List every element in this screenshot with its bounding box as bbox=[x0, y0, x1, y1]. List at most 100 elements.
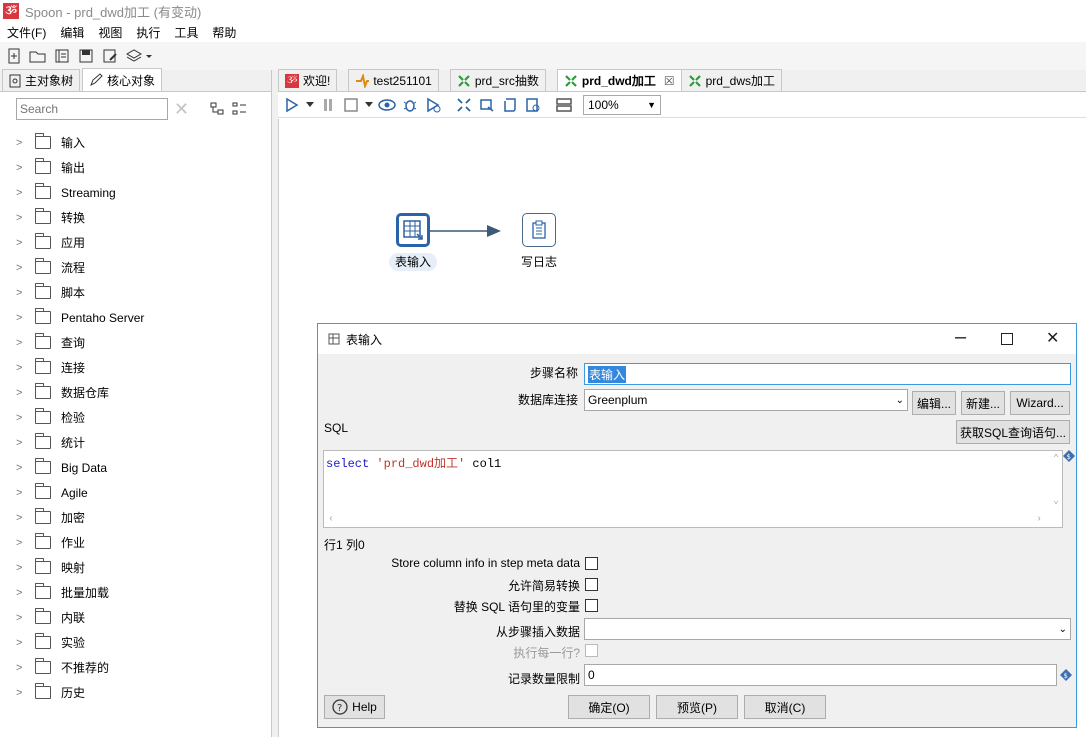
chevron-right-icon[interactable]: > bbox=[16, 387, 30, 399]
chevron-right-icon[interactable]: > bbox=[16, 137, 30, 149]
tree-category[interactable]: > Pentaho Server bbox=[0, 305, 271, 330]
clear-search-icon[interactable]: ✕ bbox=[174, 99, 189, 120]
cancel-button[interactable]: 取消(C) bbox=[744, 695, 826, 719]
chevron-right-icon[interactable]: > bbox=[16, 287, 30, 299]
wizard-button[interactable]: Wizard... bbox=[1010, 391, 1070, 415]
menu-tools[interactable]: 工具 bbox=[167, 24, 205, 41]
chevron-right-icon[interactable]: > bbox=[16, 587, 30, 599]
chevron-right-icon[interactable]: > bbox=[16, 337, 30, 349]
new-connection-button[interactable]: 新建... bbox=[961, 391, 1005, 415]
step-write-log[interactable]: 写日志 bbox=[511, 213, 567, 270]
pause-icon[interactable] bbox=[318, 95, 338, 115]
tree-category[interactable]: > 批量加载 bbox=[0, 580, 271, 605]
tab-main-object-tree[interactable]: 主对象树 bbox=[2, 69, 81, 91]
chevron-right-icon[interactable]: > bbox=[16, 612, 30, 624]
chevron-right-icon[interactable]: > bbox=[16, 512, 30, 524]
tree-category[interactable]: > 不推荐的 bbox=[0, 655, 271, 680]
impact-icon[interactable] bbox=[477, 95, 497, 115]
limit-field[interactable]: 0 bbox=[584, 664, 1057, 686]
tab-prd-dwd[interactable]: prd_dwd加工 ☒ bbox=[556, 69, 682, 91]
ok-button[interactable]: 确定(O) bbox=[568, 695, 650, 719]
tab-prd-dws[interactable]: prd_dws加工 bbox=[680, 69, 782, 91]
maximize-icon[interactable] bbox=[1001, 333, 1013, 345]
menu-run[interactable]: 执行 bbox=[129, 24, 167, 41]
debug-icon[interactable] bbox=[400, 95, 420, 115]
tab-welcome[interactable]: ૐ 欢迎! bbox=[278, 69, 338, 91]
chevron-right-icon[interactable]: > bbox=[16, 562, 30, 574]
chevron-right-icon[interactable]: > bbox=[16, 687, 30, 699]
store-column-checkbox[interactable] bbox=[585, 557, 598, 570]
explore-repository-icon[interactable] bbox=[52, 46, 72, 66]
expand-tree-icon[interactable] bbox=[231, 101, 249, 117]
menu-help[interactable]: 帮助 bbox=[205, 24, 243, 41]
stop-icon[interactable] bbox=[341, 95, 361, 115]
explore-db-icon[interactable] bbox=[523, 95, 543, 115]
minimize-icon[interactable]: – bbox=[955, 326, 966, 349]
chevron-right-icon[interactable]: > bbox=[16, 262, 30, 274]
open-folder-icon[interactable] bbox=[28, 46, 48, 66]
sql-editor[interactable]: select 'prd_dwd加工' col1 ⌃ ⌄ ‹ › bbox=[323, 450, 1063, 528]
variable-icon[interactable]: $ bbox=[1063, 450, 1075, 462]
variable-icon[interactable]: $ bbox=[1060, 669, 1072, 681]
get-sql-button[interactable]: 获取SQL查询语句... bbox=[956, 420, 1070, 444]
chevron-right-icon[interactable]: > bbox=[16, 662, 30, 674]
menu-edit[interactable]: 编辑 bbox=[53, 24, 91, 41]
tree-category[interactable]: > Streaming bbox=[0, 180, 271, 205]
tree-category[interactable]: > 加密 bbox=[0, 505, 271, 530]
tab-core-objects[interactable]: 核心对象 bbox=[82, 68, 163, 91]
tree-category[interactable]: > Agile bbox=[0, 480, 271, 505]
scroll-left-icon[interactable]: ‹ bbox=[328, 514, 334, 525]
close-icon[interactable]: ✕ bbox=[1046, 328, 1059, 348]
tree-category[interactable]: > 检验 bbox=[0, 405, 271, 430]
tree-category[interactable]: > 连接 bbox=[0, 355, 271, 380]
zoom-select[interactable]: 100% ▼ bbox=[583, 94, 661, 115]
tree-category[interactable]: > 查询 bbox=[0, 330, 271, 355]
tree-category[interactable]: > 统计 bbox=[0, 430, 271, 455]
chevron-right-icon[interactable]: > bbox=[16, 412, 30, 424]
tree-category[interactable]: > 数据仓库 bbox=[0, 380, 271, 405]
tree-category[interactable]: > 脚本 bbox=[0, 280, 271, 305]
chevron-right-icon[interactable]: > bbox=[16, 212, 30, 224]
chevron-right-icon[interactable]: > bbox=[16, 162, 30, 174]
menu-view[interactable]: 视图 bbox=[91, 24, 129, 41]
tree-category[interactable]: > 流程 bbox=[0, 255, 271, 280]
save-icon[interactable] bbox=[76, 46, 96, 66]
new-file-icon[interactable] bbox=[4, 46, 24, 66]
chevron-right-icon[interactable]: > bbox=[16, 637, 30, 649]
lazy-conversion-checkbox[interactable] bbox=[585, 578, 598, 591]
tree-category[interactable]: > 实验 bbox=[0, 630, 271, 655]
chevron-right-icon[interactable]: > bbox=[16, 237, 30, 249]
tree-category[interactable]: > 映射 bbox=[0, 555, 271, 580]
tree-category[interactable]: > Big Data bbox=[0, 455, 271, 480]
tree-category[interactable]: > 内联 bbox=[0, 605, 271, 630]
preview-button[interactable]: 预览(P) bbox=[656, 695, 738, 719]
tree-category[interactable]: > 转换 bbox=[0, 205, 271, 230]
tab-prd-src[interactable]: prd_src抽数 bbox=[449, 69, 546, 91]
tree-category[interactable]: > 输出 bbox=[0, 155, 271, 180]
preview-eye-icon[interactable] bbox=[377, 95, 397, 115]
show-results-icon[interactable] bbox=[554, 95, 574, 115]
menu-file[interactable]: 文件(F) bbox=[0, 24, 53, 41]
tab-job-test251101[interactable]: test251101 bbox=[348, 69, 439, 91]
stop-options-icon[interactable] bbox=[364, 95, 374, 115]
save-as-icon[interactable] bbox=[100, 46, 120, 66]
run-icon[interactable] bbox=[282, 95, 302, 115]
replace-variables-checkbox[interactable] bbox=[585, 599, 598, 612]
tree-category[interactable]: > 作业 bbox=[0, 530, 271, 555]
insert-from-step-select[interactable]: ⌄ bbox=[584, 618, 1071, 640]
chevron-right-icon[interactable]: > bbox=[16, 537, 30, 549]
run-options-icon[interactable] bbox=[305, 95, 315, 115]
tree-category[interactable]: > 应用 bbox=[0, 230, 271, 255]
tree-category[interactable]: > 历史 bbox=[0, 680, 271, 705]
chevron-right-icon[interactable]: > bbox=[16, 462, 30, 474]
close-tab-icon[interactable]: ☒ bbox=[664, 74, 675, 88]
step-table-input[interactable]: 表输入 bbox=[384, 213, 442, 271]
chevron-right-icon[interactable]: > bbox=[16, 487, 30, 499]
edit-connection-button[interactable]: 编辑... bbox=[912, 391, 956, 415]
help-button[interactable]: ? Help bbox=[324, 695, 385, 719]
chevron-right-icon[interactable]: > bbox=[16, 437, 30, 449]
step-name-field[interactable]: 表输入 bbox=[584, 363, 1071, 385]
perspective-layers-icon[interactable] bbox=[124, 46, 154, 66]
scroll-down-icon[interactable]: ⌄ bbox=[1053, 495, 1059, 507]
chevron-right-icon[interactable]: > bbox=[16, 362, 30, 374]
